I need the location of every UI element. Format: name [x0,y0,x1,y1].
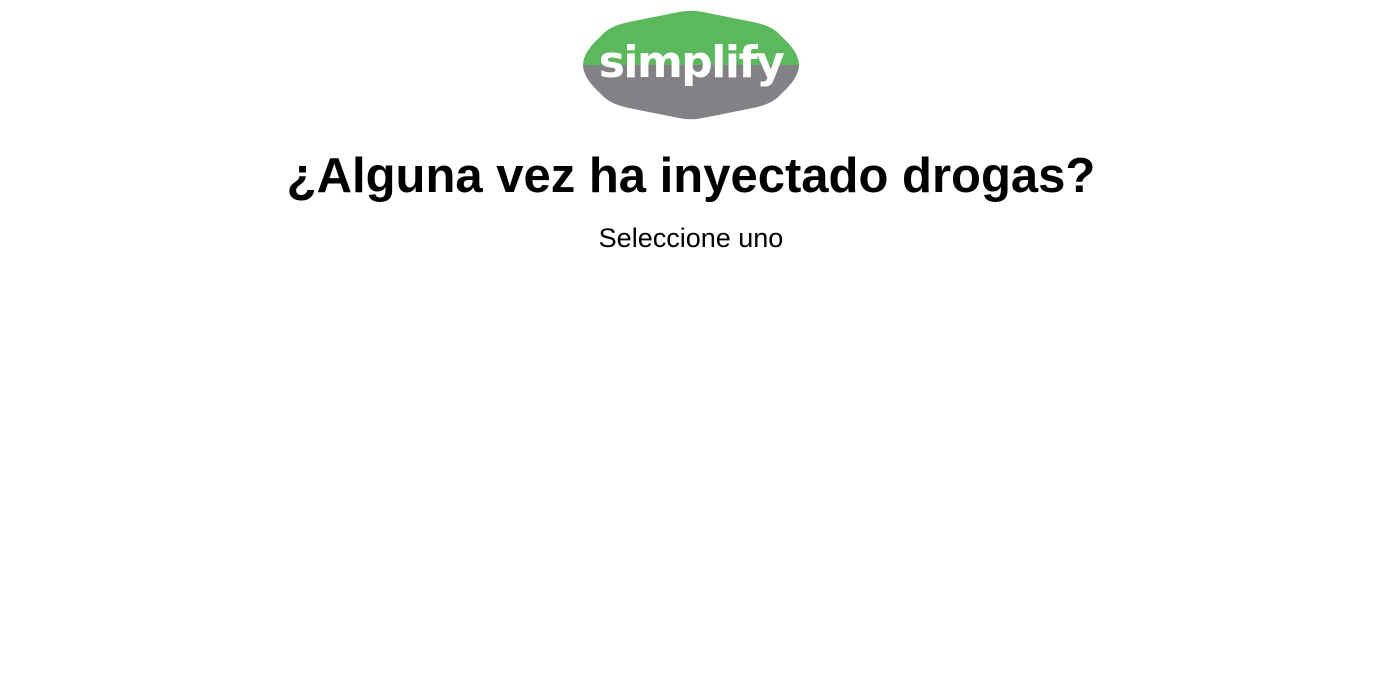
question-subtitle: Seleccione uno [598,223,784,253]
simplify-logo: simplify [583,10,799,120]
survey-page: simplify ¿Alguna vez ha inyectado drogas… [0,0,1382,683]
logo-badge-shape: simplify [583,10,799,120]
logo-wordmark: simplify [599,37,784,88]
question-title: ¿Alguna vez ha inyectado drogas? [286,149,1096,203]
